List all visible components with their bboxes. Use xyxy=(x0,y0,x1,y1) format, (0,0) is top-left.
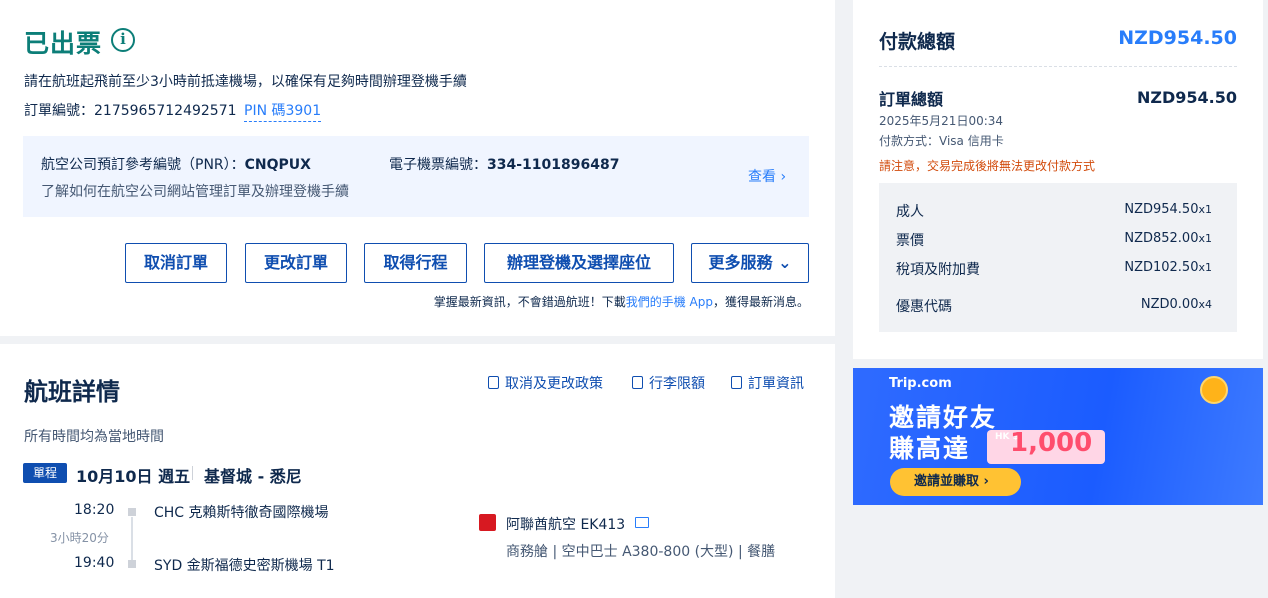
price-line-value: NZD102.50x1 xyxy=(1124,260,1212,275)
trip-date: 10月10日 週五 xyxy=(76,467,191,486)
price-amount: NZD954.50 xyxy=(1124,202,1199,217)
payment-warning: 請注意，交易完成後將無法更改付款方式 xyxy=(879,159,1096,173)
cancellation-policy-link[interactable]: 取消及更改政策 xyxy=(488,373,603,393)
view-link-label: 查看 xyxy=(748,169,776,185)
price-line-label: 成人 xyxy=(896,204,924,220)
airline-flight-number: 阿聯酋航空 EK413 xyxy=(506,517,626,533)
order-number: 訂單編號：2175965712492571 xyxy=(24,100,237,120)
price-quantity: x1 xyxy=(1198,203,1212,216)
referral-banner[interactable]: Trip.com 邀請好友 賺高達 HK $ 1,000 邀請並賺取 › xyxy=(853,368,1263,505)
change-order-button[interactable]: 更改訂單 xyxy=(245,243,347,283)
cabin-info: 商務艙 | 空中巴士 A380-800 (大型) | 餐膳 xyxy=(506,544,776,560)
checkin-seat-button[interactable]: 辦理登機及選擇座位 xyxy=(484,243,674,283)
eticket-number: 電子機票編號：334-1101896487 xyxy=(389,154,619,174)
airline-logo-icon xyxy=(479,514,496,531)
arrival-airport: SYD 金斯福德史密斯機場 T1 xyxy=(154,558,335,574)
price-line-value: NZD954.50x1 xyxy=(1124,202,1212,217)
entertainment-screen-icon[interactable] xyxy=(635,517,649,528)
view-link[interactable]: 查看 › xyxy=(748,166,786,186)
pnr-help-text: 了解如何在航空公司網站管理訂單及辦理登機手續 xyxy=(41,184,349,200)
get-itinerary-button[interactable]: 取得行程 xyxy=(364,243,467,283)
eticket-value: 334-1101896487 xyxy=(487,157,620,173)
pnr-value: CNQPUX xyxy=(244,157,311,173)
pnr-info-box: 航空公司預訂參考編號（PNR）：CNQPUX 電子機票編號：334-110189… xyxy=(23,136,809,217)
order-info-label: 訂單資訊 xyxy=(748,376,804,392)
timeline-line xyxy=(131,517,133,560)
price-line-value: NZD852.00x1 xyxy=(1124,231,1212,246)
coin-icon xyxy=(1200,376,1228,404)
mobile-app-link[interactable]: 我們的手機 App xyxy=(626,295,713,309)
pin-code-link[interactable]: PIN 碼3901 xyxy=(244,100,322,122)
chevron-down-icon: ⌄ xyxy=(778,253,792,272)
banner-amount: 1,000 xyxy=(1010,428,1093,458)
order-number-value: 2175965712492571 xyxy=(94,103,237,119)
price-line-label: 優惠代碼 xyxy=(896,299,952,315)
more-services-label: 更多服務 xyxy=(708,253,773,272)
payment-summary-card: 付款總額 NZD954.50 訂單總額 NZD954.50 2025年5月21日… xyxy=(853,0,1263,359)
more-services-button[interactable]: 更多服務 ⌄ xyxy=(691,243,809,283)
arrival-time: 19:40 xyxy=(74,555,115,571)
chevron-right-icon: › xyxy=(780,169,787,185)
app-note-suffix: ，獲得最新消息。 xyxy=(712,295,809,309)
departure-time: 18:20 xyxy=(74,502,115,518)
order-number-label: 訂單編號： xyxy=(24,103,94,119)
arrival-notice: 請在航班起飛前至少3小時前抵達機場，以確保有足夠時間辦理登機手續 xyxy=(24,74,467,90)
departure-marker xyxy=(128,508,136,516)
cancel-order-button[interactable]: 取消訂單 xyxy=(125,243,227,283)
price-amount: NZD0.00 xyxy=(1140,297,1199,312)
pnr: 航空公司預訂參考編號（PNR）：CNQPUX xyxy=(41,154,311,174)
luggage-icon xyxy=(632,376,643,389)
receipt-icon xyxy=(731,376,742,389)
status-title: 已出票 xyxy=(24,29,103,58)
departure-airport: CHC 克賴斯特徹奇國際機場 xyxy=(154,505,329,521)
price-quantity: x1 xyxy=(1198,261,1212,274)
trip-type-badge: 單程 xyxy=(23,463,67,483)
payment-total-value: NZD954.50 xyxy=(1118,27,1237,49)
cancellation-policy-label: 取消及更改政策 xyxy=(505,376,603,392)
flight-duration: 3小時20分 xyxy=(50,531,109,545)
price-line-value: NZD0.00x4 xyxy=(1141,297,1212,312)
pnr-label: 航空公司預訂參考編號（PNR）： xyxy=(41,157,245,173)
price-quantity: x4 xyxy=(1198,298,1212,311)
order-info-link[interactable]: 訂單資訊 xyxy=(731,373,804,393)
invite-earn-button[interactable]: 邀請並賺取 › xyxy=(890,468,1021,496)
payment-method: 付款方式：Visa 信用卡 xyxy=(879,134,1004,148)
banner-brand: Trip.com xyxy=(889,376,952,391)
info-icon[interactable]: i xyxy=(111,28,135,52)
baggage-allowance-label: 行李限額 xyxy=(649,376,705,392)
arrival-marker xyxy=(128,560,136,568)
price-amount: NZD852.00 xyxy=(1124,231,1199,246)
eticket-label: 電子機票編號： xyxy=(389,157,487,173)
order-date: 2025年5月21日00:34 xyxy=(879,114,1004,128)
document-icon xyxy=(488,376,499,389)
flight-details-card: 航班詳情 取消及更改政策 行李限額 訂單資訊 所有時間均為當地時間 單程 10月… xyxy=(0,344,835,598)
booking-status-card: 已出票 i 請在航班起飛前至少3小時前抵達機場，以確保有足夠時間辦理登機手續 訂… xyxy=(0,0,835,336)
price-quantity: x1 xyxy=(1198,232,1212,245)
baggage-allowance-link[interactable]: 行李限額 xyxy=(632,373,705,393)
price-line-label: 稅項及附加費 xyxy=(896,262,980,278)
price-amount: NZD102.50 xyxy=(1124,260,1199,275)
price-line-label: 票價 xyxy=(896,233,924,249)
flight-details-title: 航班詳情 xyxy=(24,378,120,406)
trip-route: 基督城 - 悉尼 xyxy=(204,467,302,486)
date-route-divider xyxy=(192,466,193,480)
app-note-text: 掌握最新資訊，不會錯過航班！下載 xyxy=(433,295,626,309)
app-download-note: 掌握最新資訊，不會錯過航班！下載我們的手機 App，獲得最新消息。 xyxy=(434,293,809,310)
local-time-note: 所有時間均為當地時間 xyxy=(24,429,164,445)
divider xyxy=(879,66,1237,67)
payment-total-label: 付款總額 xyxy=(879,31,956,53)
banner-subheadline: 賺高達 xyxy=(889,434,971,463)
order-total-value: NZD954.50 xyxy=(1136,88,1237,107)
price-breakdown: 成人 NZD954.50x1 票價 NZD852.00x1 稅項及附加費 NZD… xyxy=(879,183,1237,332)
order-total-label: 訂單總額 xyxy=(879,90,944,109)
